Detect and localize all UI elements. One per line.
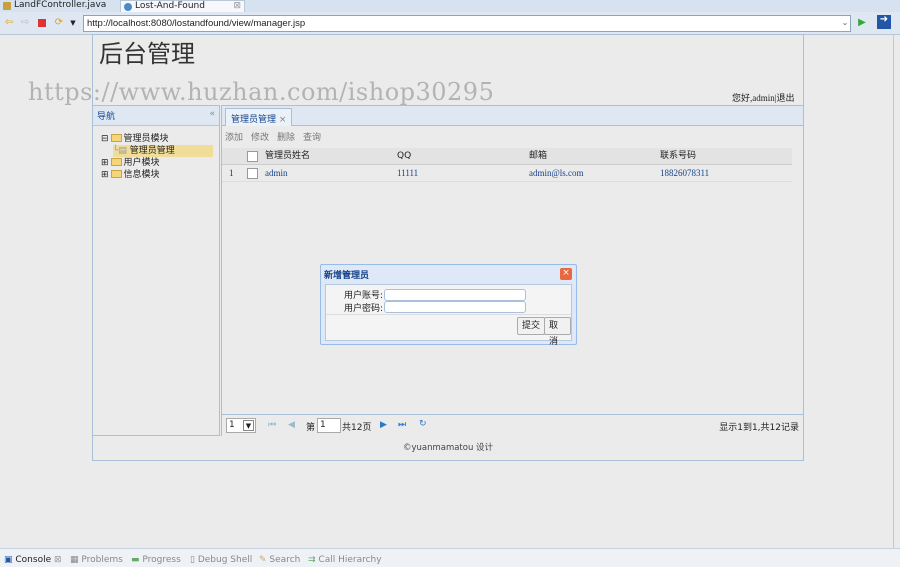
- nav-header: 导航 «: [93, 106, 219, 126]
- greeting-logout-link[interactable]: 您好,admin|退出: [732, 91, 795, 104]
- pagination-bar: 1 ▼ ⏮ ◀ 第 1 共12页 ▶ ⏭ ↻ 显示1到1,共12记录: [222, 414, 803, 436]
- close-icon[interactable]: ⊠: [233, 1, 241, 12]
- page-size-select[interactable]: 1 ▼: [226, 418, 256, 433]
- password-input[interactable]: [384, 301, 526, 313]
- account-label: 用户账号:: [344, 291, 384, 301]
- java-file-icon: [3, 2, 11, 10]
- close-icon[interactable]: ×: [560, 268, 572, 280]
- problems-icon: ▦: [70, 555, 79, 565]
- cell-email: admin@ls.com: [529, 168, 584, 178]
- submit-button[interactable]: 提交: [517, 317, 546, 335]
- tab-problems[interactable]: ▦ Problems: [70, 555, 123, 565]
- table-row[interactable]: 1 admin 11111 admin@ls.com 18826078311: [222, 165, 792, 182]
- reload-icon[interactable]: ↻: [419, 419, 427, 429]
- footer: ©yuanmamatou 设计: [402, 443, 494, 453]
- cell-phone: 18826078311: [660, 168, 710, 178]
- expand-tree-icon[interactable]: ⊞: [101, 158, 109, 168]
- column-header-qq[interactable]: QQ: [397, 148, 411, 165]
- grid-toolbar: 添加 修改 删除 查询: [225, 130, 329, 143]
- tab-admin-manage[interactable]: 管理员管理 ×: [225, 108, 293, 126]
- page-label: 第: [306, 423, 316, 433]
- first-page-icon[interactable]: ⏮: [268, 420, 276, 430]
- next-page-icon[interactable]: ▶: [380, 420, 387, 430]
- editor-tab-landfcontroller[interactable]: LandFController.java: [0, 0, 118, 12]
- url-dropdown-icon[interactable]: ⌄: [840, 18, 850, 28]
- url-input[interactable]: http://localhost:8080/lostandfound/view/…: [83, 15, 851, 32]
- tab-call-hierarchy[interactable]: ⇉ Call Hierarchy: [308, 555, 382, 565]
- debug-shell-icon: ▯: [190, 555, 195, 565]
- tree-node-admin-manage[interactable]: └▤ 管理员管理: [113, 145, 213, 157]
- tab-progress[interactable]: ▬ Progress: [131, 555, 181, 565]
- column-header-name[interactable]: 管理员姓名: [265, 148, 310, 165]
- row-checkbox[interactable]: [247, 168, 258, 179]
- dialog-title: 新增管理员: [324, 271, 370, 281]
- file-icon: └▤: [113, 146, 127, 156]
- cell-qq: 11111: [397, 168, 419, 178]
- vertical-scrollbar[interactable]: [893, 34, 894, 548]
- expand-tree-icon[interactable]: ⊞: [101, 170, 109, 180]
- tree-node-info-module[interactable]: ⊞ 信息模块: [101, 169, 160, 181]
- tab-search[interactable]: ✎ Search: [259, 555, 300, 565]
- browser-toolbar: ⇦ ⇨ ⟳ ▼ http://localhost:8080/lostandfou…: [0, 12, 900, 35]
- folder-icon: [110, 134, 122, 142]
- search-icon: ✎: [259, 555, 267, 565]
- password-label: 用户密码:: [344, 304, 384, 314]
- refresh-icon[interactable]: ⟳: [54, 18, 64, 28]
- globe-icon: [124, 3, 132, 11]
- watermark: https://www.huzhan.com/ishop30295: [28, 78, 495, 106]
- tab-debug-shell[interactable]: ▯ Debug Shell: [190, 555, 252, 565]
- close-icon[interactable]: ⊠: [54, 555, 62, 565]
- delete-button[interactable]: 删除: [277, 133, 295, 143]
- open-external-icon[interactable]: ➜: [877, 15, 891, 29]
- row-number: 1: [229, 168, 234, 178]
- back-icon[interactable]: ⇦: [4, 18, 14, 28]
- progress-icon: ▬: [131, 555, 140, 565]
- editor-tab-lost-and-found[interactable]: Lost-And-Found ⊠: [120, 0, 245, 12]
- query-button[interactable]: 查询: [303, 133, 321, 143]
- page-input[interactable]: 1: [317, 418, 341, 433]
- close-icon[interactable]: ×: [279, 115, 287, 125]
- call-hierarchy-icon: ⇉: [308, 555, 316, 565]
- bottom-view-tabs: ▣ Console ⊠ ▦ Problems ▬ Progress ▯ Debu…: [0, 548, 900, 567]
- dialog-body: 用户账号: 用户密码: 提交 取消: [325, 284, 572, 347]
- forward-icon[interactable]: ⇨: [20, 18, 30, 28]
- tree-node-user-module[interactable]: ⊞ 用户模块: [101, 157, 160, 169]
- page-title: 后台管理: [99, 40, 195, 68]
- column-header-email[interactable]: 邮箱: [529, 148, 547, 165]
- go-icon[interactable]: ▶: [857, 18, 867, 28]
- folder-icon: [110, 170, 122, 178]
- console-icon: ▣: [4, 555, 13, 565]
- grid-header: 管理员姓名 QQ 邮箱 联系号码: [222, 148, 792, 165]
- stop-icon[interactable]: [38, 19, 46, 27]
- cell-name: admin: [265, 168, 288, 178]
- folder-icon: [110, 158, 122, 166]
- add-button[interactable]: 添加: [225, 133, 243, 143]
- account-input[interactable]: [384, 289, 526, 301]
- column-header-phone[interactable]: 联系号码: [660, 148, 696, 165]
- panel-tabs: 管理员管理 ×: [222, 106, 803, 126]
- prev-page-icon[interactable]: ◀: [288, 420, 295, 430]
- dropdown-icon[interactable]: ▼: [68, 18, 78, 28]
- tab-console[interactable]: ▣ Console ⊠: [4, 555, 62, 565]
- edit-button[interactable]: 修改: [251, 133, 269, 143]
- pager-summary: 显示1到1,共12记录: [719, 423, 799, 433]
- add-admin-dialog: 新增管理员 × 用户账号: 用户密码: 提交 取消: [320, 264, 577, 347]
- collapse-icon[interactable]: «: [209, 109, 215, 119]
- cancel-button[interactable]: 取消: [544, 317, 571, 347]
- nav-panel: 导航 « ⊟ 管理员模块 └▤ 管理员管理 ⊞ 用户模块 ⊞ 信息模块: [92, 105, 220, 436]
- total-pages: 共12页: [342, 423, 372, 433]
- chevron-down-icon: ▼: [243, 420, 254, 431]
- last-page-icon[interactable]: ⏭: [398, 420, 406, 430]
- collapse-tree-icon[interactable]: ⊟: [101, 134, 109, 144]
- editor-tab-bar: LandFController.java Lost-And-Found ⊠: [0, 0, 900, 12]
- select-all-checkbox[interactable]: [247, 151, 258, 162]
- tree-node-admin-module[interactable]: ⊟ 管理员模块: [101, 133, 169, 145]
